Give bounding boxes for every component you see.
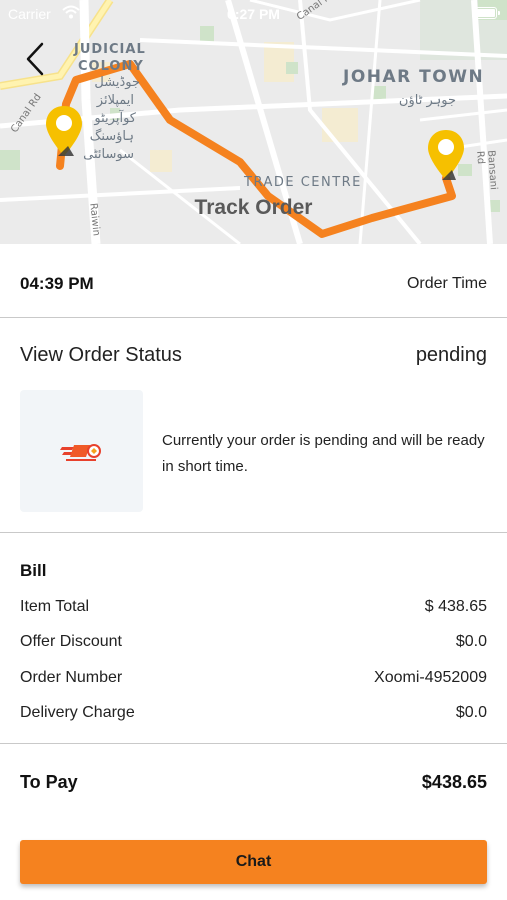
bill-section: Bill Item Total $ 438.65 Offer Discount … bbox=[0, 533, 507, 744]
delivery-logo-icon bbox=[60, 444, 101, 461]
chat-button[interactable]: Chat bbox=[20, 840, 487, 884]
bill-line-label: Item Total bbox=[20, 598, 90, 615]
place-judicial-colony-2: COLONY bbox=[78, 59, 144, 74]
order-time-label: Order Time bbox=[406, 275, 487, 292]
to-pay-value: $438.65 bbox=[421, 772, 487, 792]
place-johar-town: JOHAR TOWN bbox=[343, 67, 485, 87]
place-trade-centre: TRADE CENTRE bbox=[244, 175, 362, 190]
urdu-judicial-1: جوڈیشل bbox=[94, 75, 140, 90]
place-judicial-colony-1: JUDICIAL bbox=[74, 42, 146, 57]
destination-pin-icon[interactable] bbox=[426, 128, 466, 188]
bill-line-delivery-charge: Delivery Charge $0.0 bbox=[20, 704, 487, 726]
chevron-left-icon bbox=[26, 42, 44, 76]
bill-line-label: Order Number bbox=[20, 669, 123, 686]
bill-line-order-number: Order Number Xoomi-4952009 bbox=[20, 669, 487, 691]
bill-title: Bill bbox=[20, 561, 47, 580]
status-time: 6:27 PM bbox=[227, 6, 280, 22]
map-view[interactable]: JUDICIAL COLONY JOHAR TOWN TRADE CENTRE … bbox=[0, 0, 507, 244]
status-bar: Carrier 6:27 PM bbox=[0, 0, 507, 28]
bill-line-value: Xoomi-4952009 bbox=[374, 669, 487, 686]
order-time-row: 04:39 PM Order Time bbox=[0, 244, 507, 318]
bill-line-label: Offer Discount bbox=[20, 633, 122, 650]
to-pay-label: To Pay bbox=[20, 772, 78, 792]
bill-line-offer-discount: Offer Discount $0.0 bbox=[20, 633, 487, 655]
order-time-value: 04:39 PM bbox=[20, 274, 94, 293]
bill-line-value: $0.0 bbox=[455, 633, 487, 650]
order-status-message: Currently your order is pending and will… bbox=[162, 432, 485, 475]
to-pay-row: To Pay $438.65 bbox=[0, 744, 507, 820]
pickup-pin-icon[interactable] bbox=[44, 104, 84, 164]
back-button[interactable] bbox=[20, 40, 52, 78]
page-title: Track Order bbox=[194, 196, 313, 219]
bill-line-value: $0.0 bbox=[455, 704, 487, 721]
restaurant-logo bbox=[20, 390, 143, 512]
battery-icon bbox=[472, 7, 500, 19]
bill-line-value: $ 438.65 bbox=[424, 598, 487, 615]
road-label-bansani: Bansani Rd bbox=[474, 149, 499, 191]
order-status-section: View Order Status pending Currently your… bbox=[0, 318, 507, 533]
order-status-value: pending bbox=[415, 344, 487, 366]
bill-line-label: Delivery Charge bbox=[20, 704, 135, 721]
order-status-heading: View Order Status bbox=[20, 344, 182, 366]
urdu-johar-town: جوہر ٹاؤن bbox=[398, 93, 456, 108]
bill-line-item-total: Item Total $ 438.65 bbox=[20, 598, 487, 620]
